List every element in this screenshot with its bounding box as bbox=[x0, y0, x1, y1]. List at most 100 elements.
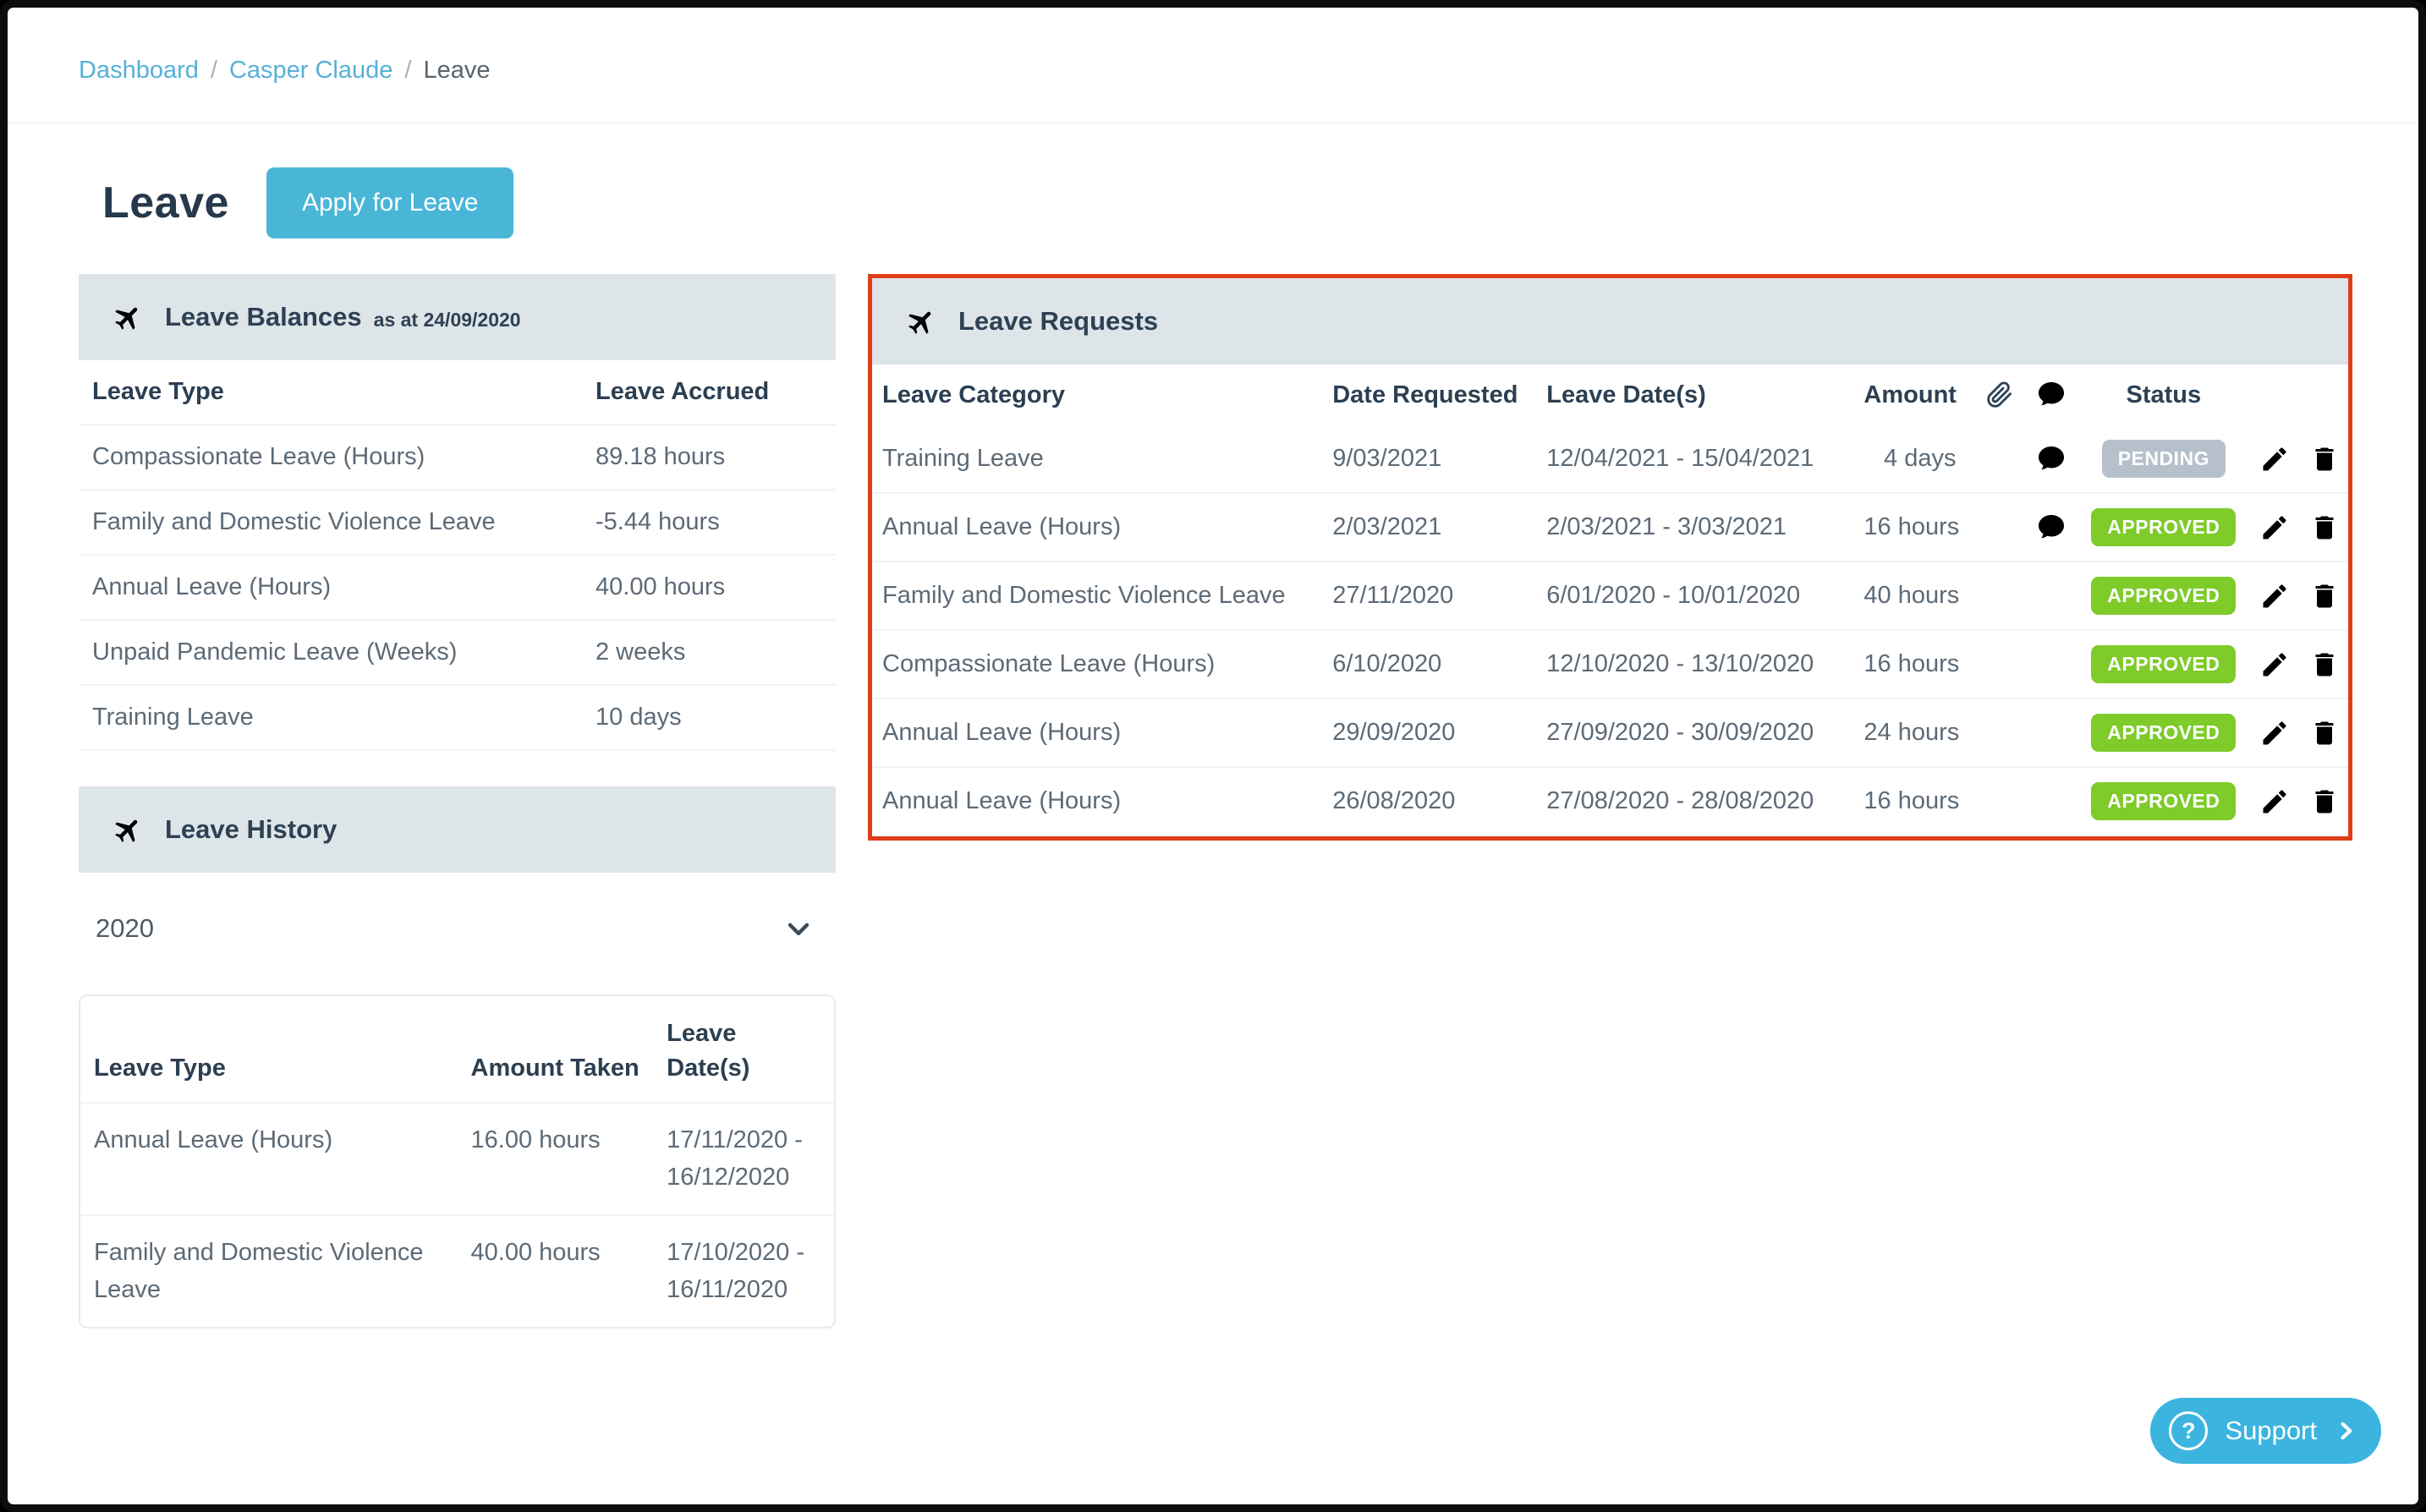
cell-leave-type: Family and Domestic Violence Leave bbox=[79, 490, 582, 555]
cell-date-requested: 6/10/2020 bbox=[1322, 630, 1536, 698]
column-header-leave-category: Leave Category bbox=[872, 364, 1322, 425]
cell-leave-accrued: 40.00 hours bbox=[582, 555, 836, 620]
cell-leave-dates: 27/08/2020 - 28/08/2020 bbox=[1536, 767, 1853, 835]
cell-leave-dates: 12/10/2020 - 13/10/2020 bbox=[1536, 630, 1853, 698]
leave-requests-panel: Leave Requests Leave Category Date Reque… bbox=[868, 274, 2352, 841]
column-header-leave-type: Leave Type bbox=[80, 996, 458, 1103]
column-header-leave-dates: Leave Date(s) bbox=[1536, 364, 1853, 425]
cell-leave-type: Unpaid Pandemic Leave (Weeks) bbox=[79, 620, 582, 685]
cell-attachment bbox=[1975, 767, 2025, 835]
cell-leave-category: Compassionate Leave (Hours) bbox=[872, 630, 1322, 698]
history-year-accordion[interactable]: 2020 bbox=[79, 873, 836, 976]
breadcrumb-link-employee[interactable]: Casper Claude bbox=[229, 57, 392, 85]
leave-balances-header: Leave Balances as at 24/09/2020 bbox=[79, 274, 836, 360]
column-header-leave-accrued: Leave Accrued bbox=[582, 360, 836, 425]
table-row: Family and Domestic Violence Leave 27/11… bbox=[872, 562, 2348, 630]
edit-button[interactable] bbox=[2259, 444, 2290, 474]
status-badge: APPROVED bbox=[2091, 508, 2236, 546]
leave-requests-header: Leave Requests bbox=[872, 278, 2348, 364]
cell-amount: 16 hours bbox=[1853, 630, 1974, 698]
title-row: Leave Apply for Leave bbox=[102, 167, 2418, 238]
table-row: Training Leave 10 days bbox=[79, 685, 836, 750]
cell-amount: 16 hours bbox=[1853, 493, 1974, 562]
plane-icon bbox=[107, 808, 150, 852]
support-label: Support bbox=[2225, 1416, 2317, 1446]
status-badge: APPROVED bbox=[2091, 645, 2236, 683]
leave-balances-subtitle: as at 24/09/2020 bbox=[374, 304, 521, 331]
cell-date-requested: 9/03/2021 bbox=[1322, 425, 1536, 493]
chevron-right-icon bbox=[2334, 1416, 2357, 1446]
cell-attachment bbox=[1975, 425, 2025, 493]
column-header-date-requested: Date Requested bbox=[1322, 364, 1536, 425]
delete-button[interactable] bbox=[2309, 649, 2340, 680]
column-header-status: Status bbox=[2078, 364, 2249, 425]
cell-leave-dates: 6/01/2020 - 10/01/2020 bbox=[1536, 562, 1853, 630]
cell-leave-accrued: 10 days bbox=[582, 685, 836, 750]
cell-date-requested: 2/03/2021 bbox=[1322, 493, 1536, 562]
edit-button[interactable] bbox=[2259, 512, 2290, 543]
table-row: Annual Leave (Hours) 2/03/2021 2/03/2021… bbox=[872, 493, 2348, 562]
cell-leave-category: Family and Domestic Violence Leave bbox=[872, 562, 1322, 630]
cell-amount-taken: 40.00 hours bbox=[458, 1215, 654, 1327]
cell-leave-type: Annual Leave (Hours) bbox=[80, 1103, 458, 1215]
delete-button[interactable] bbox=[2309, 512, 2340, 543]
cell-attachment bbox=[1975, 698, 2025, 767]
table-row: Training Leave 9/03/2021 12/04/2021 - 15… bbox=[872, 425, 2348, 493]
cell-date-requested: 29/09/2020 bbox=[1322, 698, 1536, 767]
cell-leave-type: Family and Domestic Violence Leave bbox=[80, 1215, 458, 1327]
support-button[interactable]: ? Support bbox=[2150, 1398, 2381, 1464]
cell-amount: 4 days bbox=[1853, 425, 1974, 493]
paperclip-icon bbox=[1986, 381, 2013, 408]
cell-date-requested: 27/11/2020 bbox=[1322, 562, 1536, 630]
status-badge: APPROVED bbox=[2091, 714, 2236, 752]
comment-icon bbox=[2036, 380, 2066, 410]
delete-button[interactable] bbox=[2309, 444, 2340, 474]
cell-date-requested: 26/08/2020 bbox=[1322, 767, 1536, 835]
cell-leave-dates: 12/04/2021 - 15/04/2021 bbox=[1536, 425, 1853, 493]
status-badge: APPROVED bbox=[2091, 577, 2236, 615]
comment-icon[interactable] bbox=[2036, 444, 2066, 474]
cell-attachment bbox=[1975, 493, 2025, 562]
cell-leave-dates: 27/09/2020 - 30/09/2020 bbox=[1536, 698, 1853, 767]
status-badge: PENDING bbox=[2102, 440, 2226, 478]
comment-icon[interactable] bbox=[2036, 512, 2066, 543]
leave-history-panel: Leave History 2020 Leave Type Amo bbox=[79, 786, 836, 1328]
table-row: Family and Domestic Violence Leave -5.44… bbox=[79, 490, 836, 555]
table-row: Unpaid Pandemic Leave (Weeks) 2 weeks bbox=[79, 620, 836, 685]
breadcrumb-current: Leave bbox=[423, 57, 490, 85]
cell-leave-dates: 2/03/2021 - 3/03/2021 bbox=[1536, 493, 1853, 562]
delete-button[interactable] bbox=[2309, 718, 2340, 748]
edit-button[interactable] bbox=[2259, 718, 2290, 748]
edit-button bbox=[2259, 786, 2290, 817]
table-row: Annual Leave (Hours) 16.00 hours 17/11/2… bbox=[80, 1103, 834, 1215]
cell-leave-category: Annual Leave (Hours) bbox=[872, 493, 1322, 562]
status-badge: APPROVED bbox=[2091, 782, 2236, 820]
cell-attachment bbox=[1975, 562, 2025, 630]
leave-balances-panel: Leave Balances as at 24/09/2020 Leave Ty… bbox=[79, 274, 836, 751]
edit-button[interactable] bbox=[2259, 649, 2290, 680]
cell-leave-accrued: 2 weeks bbox=[582, 620, 836, 685]
cell-amount: 24 hours bbox=[1853, 698, 1974, 767]
plane-icon bbox=[900, 300, 943, 343]
breadcrumb-separator: / bbox=[211, 57, 217, 85]
delete-button bbox=[2309, 581, 2340, 611]
leave-requests-title: Leave Requests bbox=[958, 306, 1158, 337]
leave-history-title: Leave History bbox=[165, 814, 337, 845]
cell-leave-type: Compassionate Leave (Hours) bbox=[79, 425, 582, 490]
cell-amount: 16 hours bbox=[1853, 767, 1974, 835]
table-row: Annual Leave (Hours) 40.00 hours bbox=[79, 555, 836, 620]
table-row: Annual Leave (Hours) 26/08/2020 27/08/20… bbox=[872, 767, 2348, 835]
apply-for-leave-button[interactable]: Apply for Leave bbox=[266, 167, 513, 238]
cell-leave-category: Training Leave bbox=[872, 425, 1322, 493]
breadcrumb-link-dashboard[interactable]: Dashboard bbox=[79, 57, 199, 85]
table-row: Annual Leave (Hours) 29/09/2020 27/09/20… bbox=[872, 698, 2348, 767]
leave-history-card: Leave Type Amount Taken Leave Date(s) An… bbox=[79, 994, 836, 1328]
page-title: Leave bbox=[102, 178, 229, 228]
chevron-down-icon[interactable] bbox=[782, 912, 815, 945]
app-window: Dashboard / Casper Claude / Leave Leave … bbox=[0, 0, 2426, 1512]
table-row: Compassionate Leave (Hours) 89.18 hours bbox=[79, 425, 836, 490]
history-year-label: 2020 bbox=[96, 913, 154, 944]
breadcrumb: Dashboard / Casper Claude / Leave bbox=[79, 57, 2351, 85]
cell-leave-dates: 17/11/2020 - 16/12/2020 bbox=[653, 1103, 834, 1215]
cell-leave-accrued: 89.18 hours bbox=[582, 425, 836, 490]
